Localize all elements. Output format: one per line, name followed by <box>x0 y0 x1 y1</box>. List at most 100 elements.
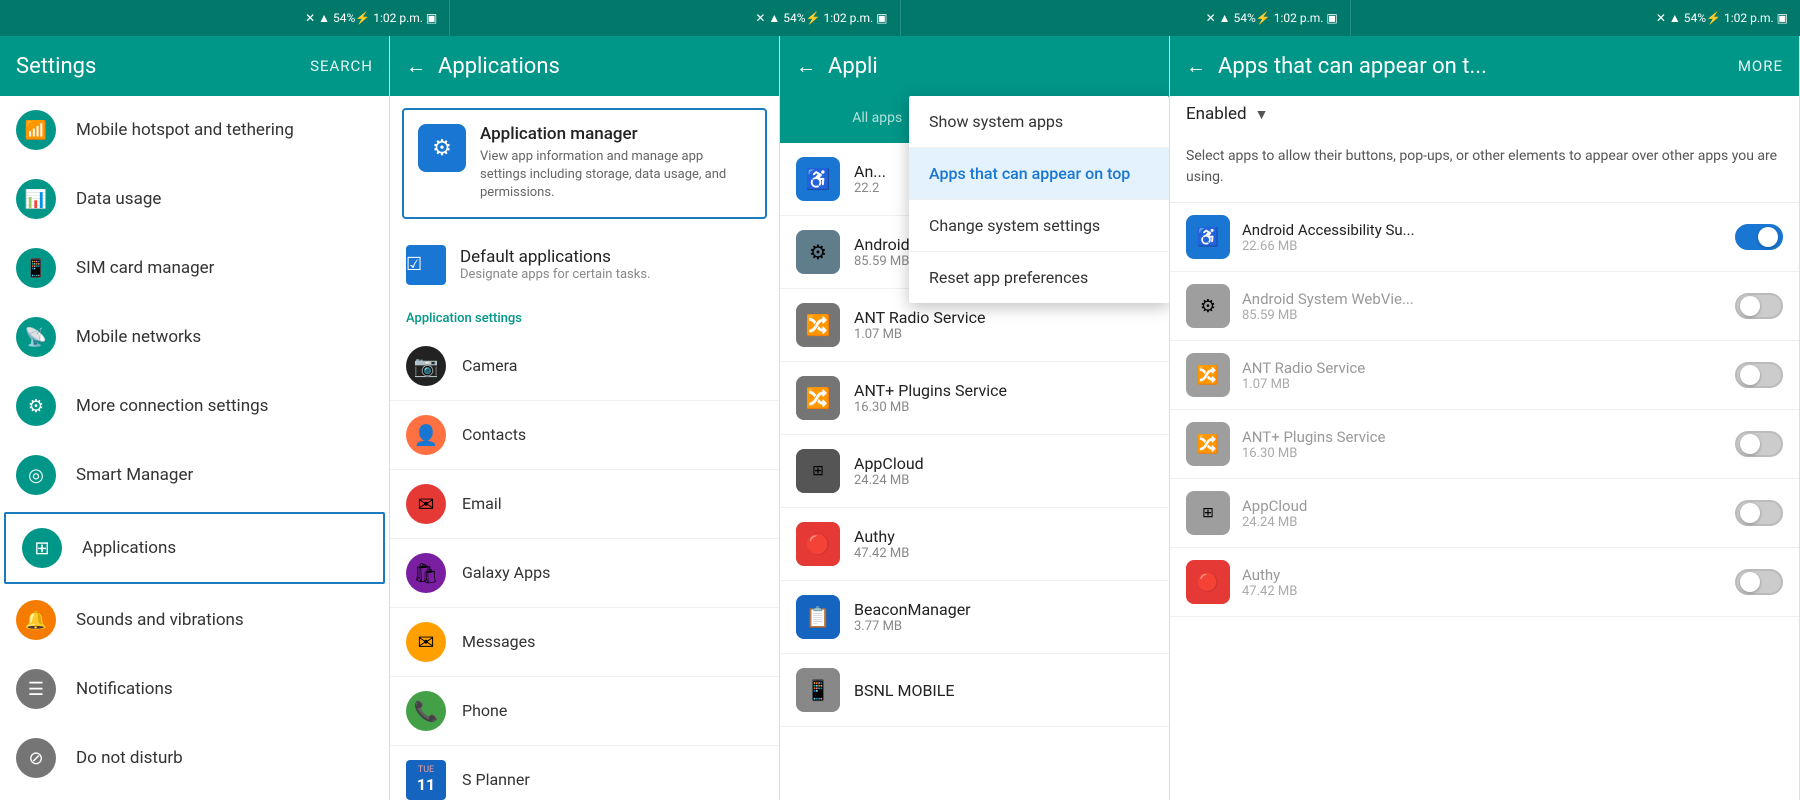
p4-appcloud-size: 24.24 MB <box>1242 515 1723 530</box>
p3-appcloud-text: AppCloud 24.24 MB <box>854 454 924 488</box>
p3-ant-radio-text: ANT Radio Service 1.07 MB <box>854 308 985 342</box>
sidebar-item-sim[interactable]: 📱SIM card manager <box>0 234 389 303</box>
app-phone[interactable]: 📞 Phone <box>390 677 779 746</box>
apps-on-top-more-button[interactable]: MORE <box>1738 57 1783 75</box>
sidebar-item-display[interactable]: 🖥Display <box>0 793 389 800</box>
p4-ant-radio-icon: 🔀 <box>1186 353 1230 397</box>
sidebar-item-do-not-disturb[interactable]: ⊘Do not disturb <box>0 724 389 793</box>
p4-appcloud-toggle[interactable] <box>1735 500 1783 526</box>
messages-label: Messages <box>462 632 535 651</box>
p4-accessibility-info: Android Accessibility Su... 22.66 MB <box>1242 221 1723 254</box>
app-manager-icon: ⚙ <box>418 124 466 172</box>
sounds-icon: 🔔 <box>16 600 56 640</box>
notifications-label: Notifications <box>76 679 173 699</box>
p4-authy-toggle[interactable] <box>1735 569 1783 595</box>
applist-back-button[interactable]: ← <box>796 54 816 79</box>
settings-panel: Settings SEARCH 📶Mobile hotspot and teth… <box>0 36 390 800</box>
p4-app-appcloud[interactable]: ⊞ AppCloud 24.24 MB <box>1170 479 1799 548</box>
apps-on-top-list: ♿ Android Accessibility Su... 22.66 MB ⚙… <box>1170 203 1799 800</box>
enabled-label: Enabled <box>1186 104 1247 124</box>
app-messages[interactable]: ✉ Messages <box>390 608 779 677</box>
status-icons-1: ✕ ▲ 54%⚡ 1:02 p.m. ▣ <box>305 11 437 25</box>
p3-beacon-icon: 📋 <box>796 595 840 639</box>
data-usage-icon: 📊 <box>16 179 56 219</box>
apps-on-top-back-button[interactable]: ← <box>1186 54 1206 79</box>
p3-authy-icon: 🔴 <box>796 522 840 566</box>
app-splanner[interactable]: TUE 11 S Planner <box>390 746 779 800</box>
p4-ant-radio-toggle[interactable] <box>1735 362 1783 388</box>
p3-ant-plugins-text: ANT+ Plugins Service 16.30 MB <box>854 381 1007 415</box>
status-section-2: ✕ ▲ 54%⚡ 1:02 p.m. ▣ <box>450 0 900 36</box>
sidebar-item-mobile-networks[interactable]: 📡Mobile networks <box>0 303 389 372</box>
app-email[interactable]: ✉ Email <box>390 470 779 539</box>
p4-ant-radio-name: ANT Radio Service <box>1242 359 1723 377</box>
p4-ant-plugins-info: ANT+ Plugins Service 16.30 MB <box>1242 428 1723 461</box>
sidebar-item-data-usage[interactable]: 📊Data usage <box>0 165 389 234</box>
p3-app-ant-plugins[interactable]: 🔀 ANT+ Plugins Service 16.30 MB <box>780 362 1169 435</box>
p3-app-authy[interactable]: 🔴 Authy 47.42 MB <box>780 508 1169 581</box>
default-apps-text: Default applications Designate apps for … <box>460 247 650 282</box>
p4-app-ant-plugins[interactable]: 🔀 ANT+ Plugins Service 16.30 MB <box>1170 410 1799 479</box>
p4-appcloud-name: AppCloud <box>1242 497 1723 515</box>
sidebar-item-hotspot[interactable]: 📶Mobile hotspot and tethering <box>0 96 389 165</box>
p4-authy-icon: 🔴 <box>1186 560 1230 604</box>
default-apps-description: Designate apps for certain tasks. <box>460 267 650 282</box>
p3-bsnl-text: BSNL MOBILE <box>854 681 954 700</box>
sidebar-item-applications[interactable]: ⊞Applications <box>4 512 385 584</box>
p4-ant-plugins-toggle[interactable] <box>1735 431 1783 457</box>
sim-icon: 📱 <box>16 248 56 288</box>
enabled-dropdown-arrow[interactable]: ▼ <box>1255 106 1269 123</box>
apps-on-top-title: Apps that can appear on t... <box>1218 54 1487 79</box>
p4-accessibility-toggle[interactable] <box>1735 224 1783 250</box>
p3-ant-plugins-icon: 🔀 <box>796 376 840 420</box>
p3-app-beaconmanager[interactable]: 📋 BeaconManager 3.77 MB <box>780 581 1169 654</box>
dropdown-apps-on-top[interactable]: Apps that can appear on top <box>909 148 1169 200</box>
status-section-4: ✕ ▲ 54%⚡ 1:02 p.m. ▣ <box>1351 0 1800 36</box>
p3-accessibility-text: An... 22.2 <box>854 162 886 196</box>
app-contacts[interactable]: 👤 Contacts <box>390 401 779 470</box>
sidebar-item-notifications[interactable]: ☰Notifications <box>0 655 389 724</box>
p4-app-webview[interactable]: ⚙ Android System WebVie... 85.59 MB <box>1170 272 1799 341</box>
p4-app-ant-radio[interactable]: 🔀 ANT Radio Service 1.07 MB <box>1170 341 1799 410</box>
app-galaxy-apps[interactable]: 🛍 Galaxy Apps <box>390 539 779 608</box>
p3-appcloud-icon: ⊞ <box>796 449 840 493</box>
applications-icon: ⊞ <box>22 528 62 568</box>
p4-ant-plugins-size: 16.30 MB <box>1242 446 1723 461</box>
camera-label: Camera <box>462 356 517 375</box>
p4-authy-size: 47.42 MB <box>1242 584 1723 599</box>
applist-header-left: ← Appli <box>796 54 878 79</box>
more-connection-label: More connection settings <box>76 396 268 416</box>
sidebar-item-more-connection[interactable]: ⚙More connection settings <box>0 372 389 441</box>
galaxy-apps-icon: 🛍 <box>406 553 446 593</box>
status-bar: ✕ ▲ 54%⚡ 1:02 p.m. ▣ ✕ ▲ 54%⚡ 1:02 p.m. … <box>0 0 1800 36</box>
search-button[interactable]: SEARCH <box>310 57 373 75</box>
dropdown-show-system[interactable]: Show system apps <box>909 96 1169 148</box>
p4-app-accessibility[interactable]: ♿ Android Accessibility Su... 22.66 MB <box>1170 203 1799 272</box>
p3-app-bsnl[interactable]: 📱 BSNL MOBILE <box>780 654 1169 727</box>
settings-title: Settings <box>16 54 96 79</box>
p4-app-authy[interactable]: 🔴 Authy 47.42 MB <box>1170 548 1799 617</box>
status-icons-4: ✕ ▲ 54%⚡ 1:02 p.m. ▣ <box>1656 11 1788 25</box>
settings-header: Settings SEARCH <box>0 36 389 96</box>
splanner-icon: TUE 11 <box>406 760 446 800</box>
dropdown-change-system[interactable]: Change system settings <box>909 200 1169 252</box>
app-manager-title: Application manager <box>480 124 751 144</box>
p4-webview-toggle[interactable] <box>1735 293 1783 319</box>
app-manager-card[interactable]: ⚙ Application manager View app informati… <box>402 108 767 219</box>
p3-app-appcloud[interactable]: ⊞ AppCloud 24.24 MB <box>780 435 1169 508</box>
smart-manager-label: Smart Manager <box>76 465 193 485</box>
default-apps-item[interactable]: ☑ Default applications Designate apps fo… <box>390 231 779 299</box>
phone-label: Phone <box>462 701 507 720</box>
p4-authy-toggle-knob <box>1740 572 1760 592</box>
p4-ant-radio-size: 1.07 MB <box>1242 377 1723 392</box>
sidebar-item-sounds[interactable]: 🔔Sounds and vibrations <box>0 586 389 655</box>
dropdown-reset-prefs[interactable]: Reset app preferences <box>909 252 1169 303</box>
sidebar-item-smart-manager[interactable]: ◎Smart Manager <box>0 441 389 510</box>
panels-container: Settings SEARCH 📶Mobile hotspot and teth… <box>0 36 1800 800</box>
applications-back-button[interactable]: ← <box>406 54 426 79</box>
p3-webview-icon: ⚙ <box>796 230 840 274</box>
enabled-row: Enabled ▼ <box>1170 96 1799 132</box>
app-camera[interactable]: 📷 Camera <box>390 332 779 401</box>
status-section-3: ✕ ▲ 54%⚡ 1:02 p.m. ▣ <box>901 0 1351 36</box>
galaxy-apps-label: Galaxy Apps <box>462 563 550 582</box>
